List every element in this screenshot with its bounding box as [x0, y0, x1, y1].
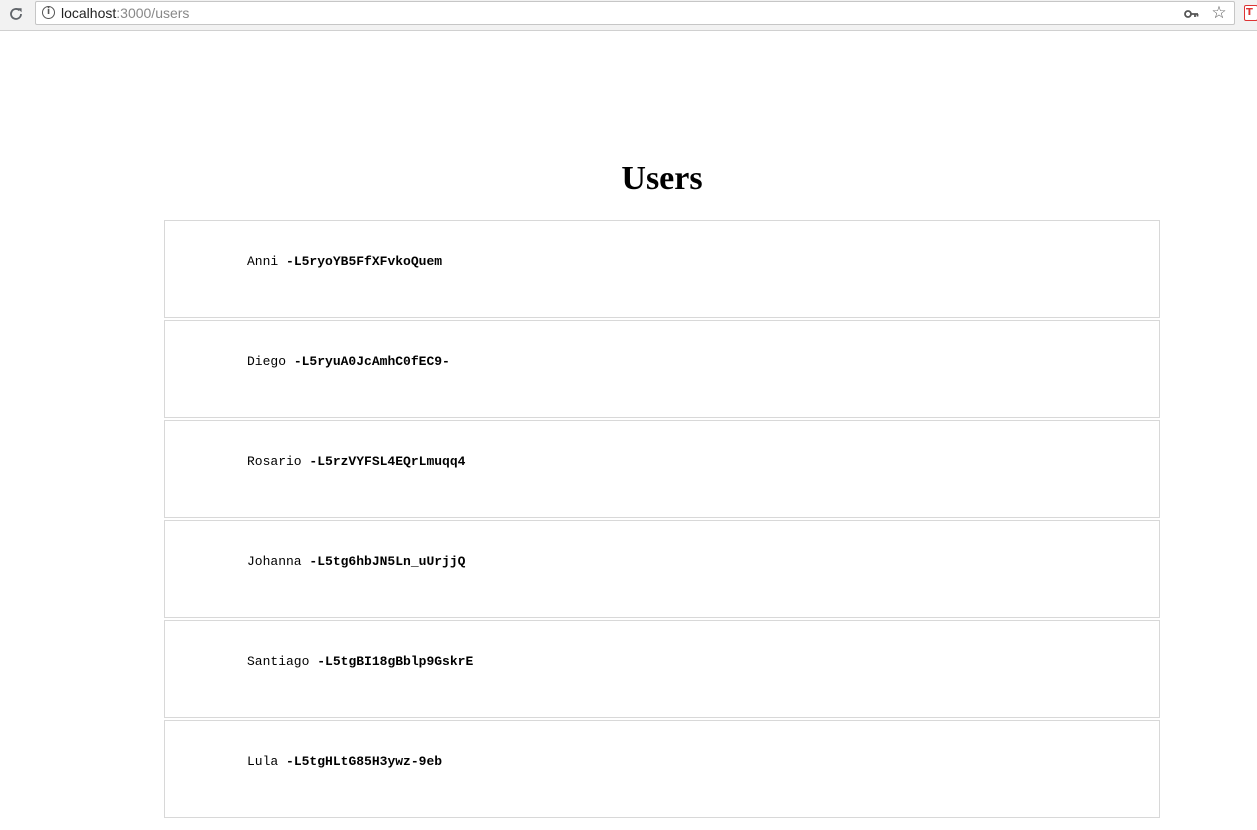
user-name: Anni [247, 254, 279, 269]
url-host: localhost [61, 5, 117, 21]
page-title: Users [621, 160, 703, 197]
user-name: Rosario [247, 454, 302, 469]
list-item: Santiago -L5tgBI18gBblp9GskrE [164, 620, 1160, 718]
user-entry: Diego -L5ryuA0JcAmhC0fEC9- [247, 354, 450, 370]
url-path: :3000/users [116, 5, 190, 21]
user-name: Lula [247, 754, 279, 769]
user-id: -L5tgBI18gBblp9GskrE [317, 654, 474, 669]
url-text[interactable]: localhost:3000/users [61, 5, 189, 22]
info-icon[interactable]: i [42, 6, 55, 19]
user-id: -L5ryuA0JcAmhC0fEC9- [293, 354, 450, 369]
user-name: Santiago [247, 654, 310, 669]
user-id: -L5ryoYB5FfXFvkoQuem [286, 254, 443, 269]
list-item: Lula -L5tgHLtG85H3ywz-9eb [164, 720, 1160, 818]
list-item: Rosario -L5rzVYFSL4EQrLmuqq4 [164, 420, 1160, 518]
user-entry: Rosario -L5rzVYFSL4EQrLmuqq4 [247, 454, 465, 470]
user-entry: Lula -L5tgHLtG85H3ywz-9eb [247, 754, 442, 770]
user-id: -L5rzVYFSL4EQrLmuqq4 [309, 454, 466, 469]
address-bar[interactable]: i localhost:3000/users ☆ [35, 1, 1235, 25]
extension-icon[interactable]: T [1244, 5, 1257, 21]
key-icon[interactable] [1184, 7, 1200, 21]
user-name: Johanna [247, 554, 302, 569]
list-item: Johanna -L5tg6hbJN5Ln_uUrjjQ [164, 520, 1160, 618]
user-id: -L5tgHLtG85H3ywz-9eb [286, 754, 443, 769]
user-name: Diego [247, 354, 287, 369]
user-id: -L5tg6hbJN5Ln_uUrjjQ [309, 554, 466, 569]
browser-toolbar: i localhost:3000/users ☆ T [0, 0, 1257, 31]
user-list: Anni -L5ryoYB5FfXFvkoQuem Diego -L5ryuA0… [164, 220, 1160, 818]
user-entry: Johanna -L5tg6hbJN5Ln_uUrjjQ [247, 554, 465, 570]
star-icon[interactable]: ☆ [1210, 4, 1228, 22]
list-item: Diego -L5ryuA0JcAmhC0fEC9- [164, 320, 1160, 418]
reload-icon[interactable] [6, 4, 26, 24]
user-entry: Santiago -L5tgBI18gBblp9GskrE [247, 654, 473, 670]
user-entry: Anni -L5ryoYB5FfXFvkoQuem [247, 254, 442, 270]
list-item: Anni -L5ryoYB5FfXFvkoQuem [164, 220, 1160, 318]
